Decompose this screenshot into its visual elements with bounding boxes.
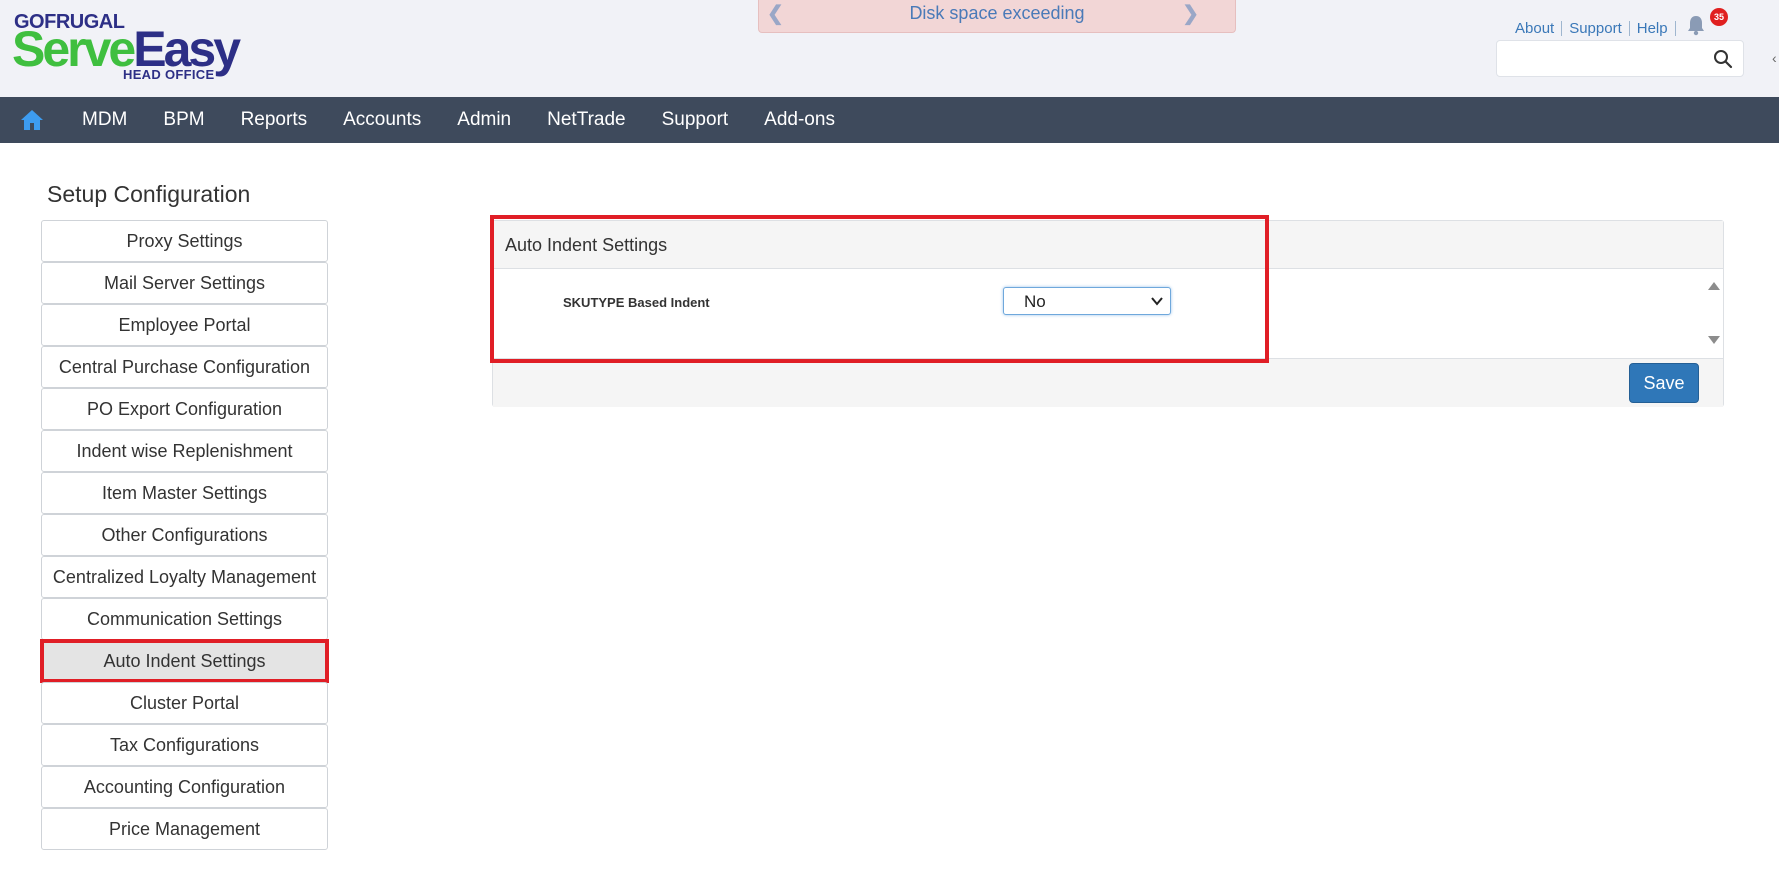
- main-nav: MDM BPM Reports Accounts Admin NetTrade …: [0, 97, 1779, 143]
- collapsed-edge-handle[interactable]: ‹: [1772, 50, 1777, 66]
- chevron-right-icon[interactable]: ❯: [1182, 1, 1199, 26]
- nav-item-nettrade[interactable]: NetTrade: [529, 97, 644, 143]
- brand-sub-text: HEAD OFFICE: [123, 67, 215, 82]
- nav-item-bpm[interactable]: BPM: [145, 97, 222, 143]
- panel-header: Auto Indent Settings: [493, 221, 1723, 269]
- app-header: GOFRUGAL ServeEasy HEAD OFFICE ❮ Disk sp…: [0, 0, 1779, 97]
- search-box: [1496, 40, 1744, 77]
- panel-body: SKUTYPE Based Indent No: [493, 269, 1723, 358]
- home-icon[interactable]: [0, 97, 64, 143]
- page-title: Setup Configuration: [47, 181, 251, 207]
- search-icon[interactable]: [1713, 49, 1733, 69]
- menu-item-employee-portal[interactable]: Employee Portal: [41, 304, 328, 346]
- scroll-down-arrow-icon[interactable]: [1707, 335, 1721, 345]
- skutype-indent-select[interactable]: No: [1003, 287, 1171, 315]
- menu-item-mail-server-settings[interactable]: Mail Server Settings: [41, 262, 328, 304]
- setup-menu: Proxy Settings Mail Server Settings Empl…: [40, 220, 329, 850]
- panel-footer: Save: [493, 358, 1723, 407]
- menu-item-tax-configurations[interactable]: Tax Configurations: [41, 724, 328, 766]
- search-input[interactable]: [1497, 41, 1697, 76]
- notice-banner: ❮ Disk space exceeding ❯: [758, 0, 1236, 33]
- select-value: No: [1024, 292, 1046, 311]
- gofrugal-serveeasy-logo[interactable]: GOFRUGAL ServeEasy HEAD OFFICE: [12, 8, 252, 84]
- nav-item-admin[interactable]: Admin: [439, 97, 529, 143]
- menu-item-accounting-configuration[interactable]: Accounting Configuration: [41, 766, 328, 808]
- menu-item-cluster-portal[interactable]: Cluster Portal: [41, 682, 328, 724]
- notification-count-badge[interactable]: 35: [1710, 8, 1728, 26]
- menu-item-centralized-loyalty-management[interactable]: Centralized Loyalty Management: [41, 556, 328, 598]
- menu-item-communication-settings[interactable]: Communication Settings: [41, 598, 328, 640]
- notice-text[interactable]: Disk space exceeding: [759, 3, 1235, 24]
- bell-icon[interactable]: [1686, 14, 1706, 36]
- menu-item-price-management[interactable]: Price Management: [41, 808, 328, 850]
- panel-title: Auto Indent Settings: [505, 235, 668, 255]
- skutype-indent-label: SKUTYPE Based Indent: [563, 295, 710, 310]
- nav-item-support[interactable]: Support: [644, 97, 747, 143]
- support-link[interactable]: Support: [1562, 20, 1630, 36]
- top-links: About Support Help: [1508, 18, 1676, 38]
- menu-item-auto-indent-settings[interactable]: Auto Indent Settings: [40, 639, 329, 683]
- save-button[interactable]: Save: [1629, 363, 1699, 403]
- menu-item-central-purchase-configuration[interactable]: Central Purchase Configuration: [41, 346, 328, 388]
- auto-indent-settings-panel: Auto Indent Settings SKUTYPE Based Inden…: [492, 220, 1724, 407]
- nav-item-accounts[interactable]: Accounts: [325, 97, 439, 143]
- about-link[interactable]: About: [1508, 20, 1563, 36]
- menu-item-other-configurations[interactable]: Other Configurations: [41, 514, 328, 556]
- brand-serve-text: Serve: [12, 21, 136, 77]
- nav-item-addons[interactable]: Add-ons: [746, 97, 853, 143]
- help-link[interactable]: Help: [1630, 20, 1676, 36]
- scroll-up-arrow-icon[interactable]: [1707, 281, 1721, 291]
- chevron-down-icon: [1151, 297, 1163, 306]
- nav-item-reports[interactable]: Reports: [223, 97, 326, 143]
- menu-item-indent-wise-replenishment[interactable]: Indent wise Replenishment: [41, 430, 328, 472]
- menu-item-po-export-configuration[interactable]: PO Export Configuration: [41, 388, 328, 430]
- nav-item-mdm[interactable]: MDM: [64, 97, 145, 143]
- menu-item-item-master-settings[interactable]: Item Master Settings: [41, 472, 328, 514]
- menu-item-proxy-settings[interactable]: Proxy Settings: [41, 220, 328, 262]
